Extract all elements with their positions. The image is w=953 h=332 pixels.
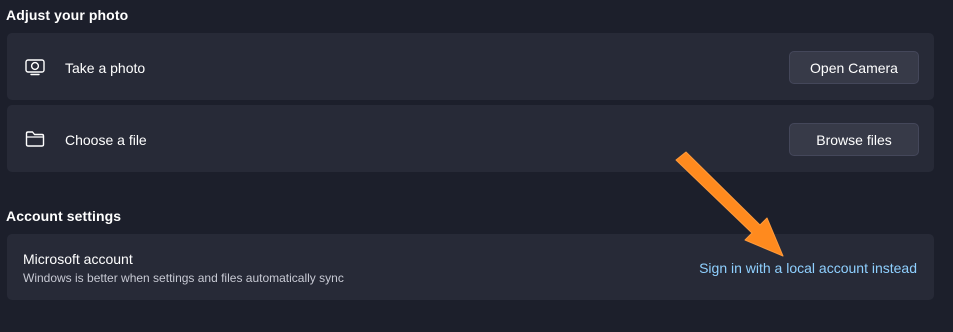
open-camera-button[interactable]: Open Camera [789,51,919,84]
folder-icon [24,128,46,150]
browse-files-button[interactable]: Browse files [789,123,919,156]
account-settings-heading: Account settings [6,208,122,224]
take-photo-label: Take a photo [65,60,146,76]
microsoft-account-title: Microsoft account [23,251,133,267]
microsoft-account-card: Microsoft account Windows is better when… [7,234,934,300]
camera-icon [24,56,46,78]
adjust-photo-heading: Adjust your photo [6,7,129,23]
take-photo-card: Take a photo Open Camera [7,33,934,100]
microsoft-account-subtitle: Windows is better when settings and file… [23,271,344,285]
choose-file-card: Choose a file Browse files [7,105,934,172]
choose-file-label: Choose a file [65,132,147,148]
local-account-link[interactable]: Sign in with a local account instead [699,260,917,276]
